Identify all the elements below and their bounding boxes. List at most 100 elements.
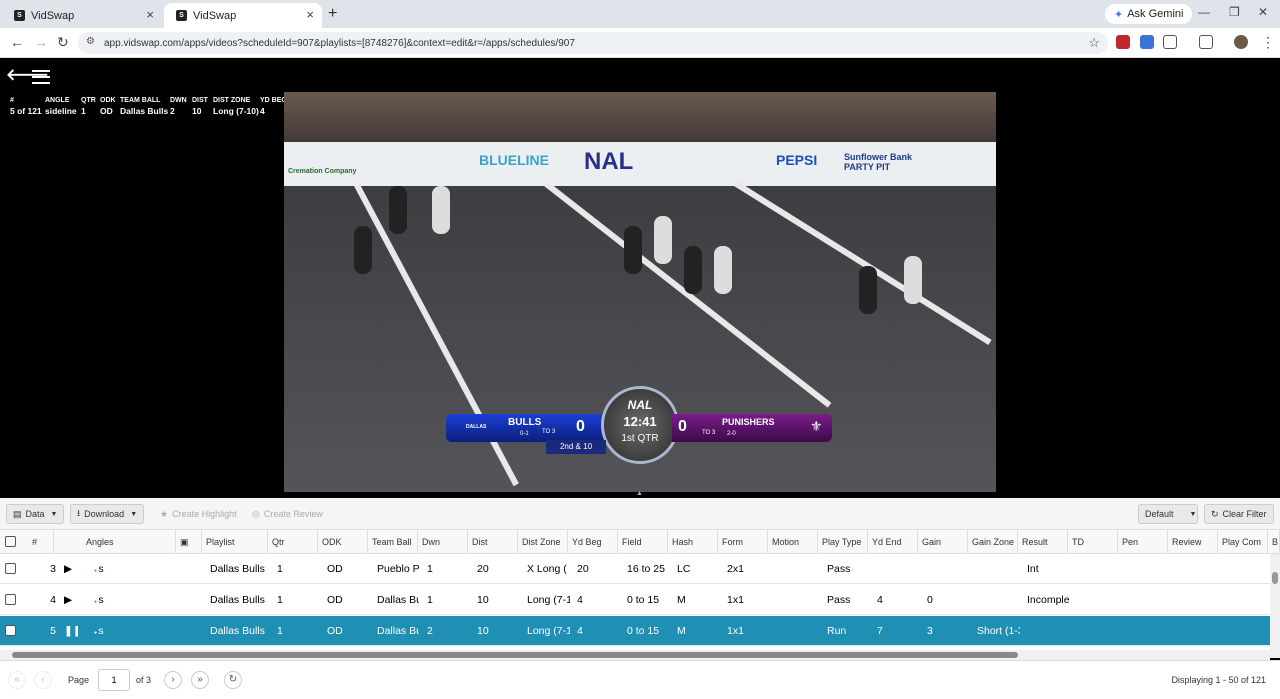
view-select[interactable]: Default ▼ <box>1138 504 1198 524</box>
ask-gemini-button[interactable]: ✦ Ask Gemini <box>1105 4 1193 24</box>
video-frame[interactable]: Cremation Company BLUELINE NAL PEPSI Sun… <box>284 92 996 492</box>
new-tab-button[interactable]: + <box>328 5 337 23</box>
back-icon[interactable]: ← <box>10 34 24 50</box>
vertical-scrollbar[interactable] <box>1270 554 1280 658</box>
page-number-input[interactable] <box>98 669 130 691</box>
profile-avatar[interactable] <box>1234 35 1248 49</box>
overlay-field: #5 of 121 <box>10 96 42 116</box>
next-page-icon[interactable]: › <box>164 671 182 689</box>
extension-icon[interactable] <box>1140 35 1154 49</box>
column-header[interactable]: Play Com <box>1218 530 1268 554</box>
refresh-page-icon[interactable]: ↻ <box>224 671 242 689</box>
pdf-extension-icon[interactable] <box>1116 35 1130 49</box>
home-team-panel: DALLAS BULLS 0-1 TO 3 0 <box>446 414 606 442</box>
cell-ydend: 4 <box>877 594 883 606</box>
overlay-value: Long (7-10) <box>213 106 259 116</box>
play-icon[interactable]: ▶ <box>62 554 78 584</box>
column-header[interactable]: Dwn <box>418 530 468 554</box>
download-menu-button[interactable]: ⭳ Download ▼ <box>70 504 145 524</box>
restore-icon[interactable]: ❐ <box>1229 5 1240 19</box>
image-column-icon[interactable]: ▣ <box>176 530 202 554</box>
cell-angle: s <box>98 625 104 637</box>
overlay-value: 2 <box>170 106 175 116</box>
cell-num: 5 <box>50 625 56 637</box>
cell-form: 1x1 <box>727 594 744 606</box>
angle-cell[interactable]: ● s <box>92 554 172 584</box>
angle-cell[interactable]: ● s <box>92 616 172 646</box>
column-header[interactable]: Form <box>718 530 768 554</box>
first-page-icon[interactable]: « <box>8 671 26 689</box>
clear-filter-button[interactable]: ↻ Clear Filter <box>1204 504 1274 524</box>
tab-search-icon[interactable] <box>1199 35 1213 49</box>
cell-angle: s <box>98 563 104 575</box>
column-header[interactable]: Yd End <box>868 530 918 554</box>
column-header[interactable]: Qtr <box>268 530 318 554</box>
bookmark-star-icon[interactable]: ☆ <box>1088 35 1100 51</box>
overlay-field: ANGLE sideline <box>45 96 77 116</box>
column-header[interactable]: TD <box>1068 530 1118 554</box>
angle-cell[interactable]: ● s <box>92 585 172 615</box>
forward-icon[interactable]: → <box>34 34 48 50</box>
reload-icon[interactable]: ↻ <box>57 34 69 51</box>
play-icon[interactable]: ▶ <box>62 585 78 615</box>
pause-icon[interactable]: ❚❚ <box>62 616 78 646</box>
extensions-puzzle-icon[interactable] <box>1163 35 1177 49</box>
data-menu-button[interactable]: ▤ Data ▼ <box>6 504 65 524</box>
tab-title: VidSwap <box>31 9 75 22</box>
column-header[interactable]: Dist <box>468 530 518 554</box>
column-header[interactable]: Yd Beg <box>568 530 618 554</box>
column-header[interactable]: # <box>28 530 54 554</box>
home-logo: DALLAS <box>466 424 487 430</box>
player <box>354 226 372 274</box>
table-row[interactable]: 3 ▶ ● s Dallas Bulls 1 OD Pueblo P 1 20 X Long (2… <box>0 554 1270 584</box>
close-tab-icon[interactable]: × <box>146 7 154 22</box>
hamburger-menu-icon[interactable] <box>32 70 50 88</box>
table-row[interactable]: 5 ❚❚ ● s Dallas Bulls 1 OD Dallas Bu 2 10 Long (7… <box>0 616 1270 646</box>
column-header[interactable]: Dist Zone <box>518 530 568 554</box>
browser-tab-2-active[interactable]: S VidSwap × <box>164 3 322 28</box>
column-header[interactable]: Playlist <box>202 530 268 554</box>
close-tab-icon[interactable]: × <box>306 7 314 22</box>
minimize-icon[interactable]: — <box>1198 5 1210 19</box>
create-review-button[interactable]: ◎ Create Review <box>246 504 329 524</box>
grid-toolbar: ▤ Data ▼ ⭳ Download ▼ ★ Create Highlight… <box>0 498 1280 530</box>
prev-page-icon[interactable]: ‹ <box>34 671 52 689</box>
overlay-field: QTR 1 <box>81 96 96 116</box>
site-info-icon[interactable]: ⚙ <box>86 36 95 47</box>
horizontal-scrollbar[interactable] <box>0 650 1270 660</box>
column-header[interactable]: Review <box>1168 530 1218 554</box>
overlay-field: DWN 2 <box>170 96 187 116</box>
browser-tab-1[interactable]: S VidSwap × <box>2 3 162 28</box>
overlay-header: DIST <box>192 97 208 104</box>
row-checkbox[interactable] <box>5 625 16 636</box>
overlay-value: sideline <box>45 106 77 116</box>
column-header[interactable]: Team Ball <box>368 530 418 554</box>
table-row[interactable]: 4 ▶ ● s Dallas Bulls 1 OD Dallas Bu 1 10 Long (7-… <box>0 585 1270 615</box>
collapse-caret-icon[interactable]: ▲ <box>636 490 643 497</box>
column-header[interactable]: Motion <box>768 530 818 554</box>
create-highlight-button[interactable]: ★ Create Highlight <box>154 504 243 524</box>
url-bar[interactable]: ⚙ app.vidswap.com/apps/videos?scheduleId… <box>78 32 1108 54</box>
away-team-name: PUNISHERS <box>722 417 775 427</box>
last-page-icon[interactable]: » <box>191 671 209 689</box>
cell-gzone <box>975 585 1020 615</box>
cell-team: Pueblo P <box>377 563 419 575</box>
column-header[interactable]: Gain Zone <box>968 530 1018 554</box>
cell-team: Dallas Bu <box>377 625 419 637</box>
column-header[interactable]: B <box>1268 530 1280 554</box>
row-checkbox[interactable] <box>5 594 16 605</box>
column-header[interactable]: Angles <box>82 530 176 554</box>
column-header[interactable]: Pen <box>1118 530 1168 554</box>
column-header[interactable]: Gain <box>918 530 968 554</box>
row-checkbox[interactable] <box>5 563 16 574</box>
browser-menu-icon[interactable]: ⋮ <box>1261 34 1275 51</box>
cell-form: 2x1 <box>727 563 744 575</box>
column-header[interactable]: ODK <box>318 530 368 554</box>
column-header[interactable]: Hash <box>668 530 718 554</box>
close-window-icon[interactable]: ✕ <box>1258 5 1268 19</box>
column-header[interactable]: Field <box>618 530 668 554</box>
select-all-checkbox[interactable] <box>5 536 16 547</box>
column-header[interactable]: Play Type <box>818 530 868 554</box>
column-header[interactable]: Result <box>1018 530 1068 554</box>
cell-field: 0 to 15 <box>627 625 660 637</box>
